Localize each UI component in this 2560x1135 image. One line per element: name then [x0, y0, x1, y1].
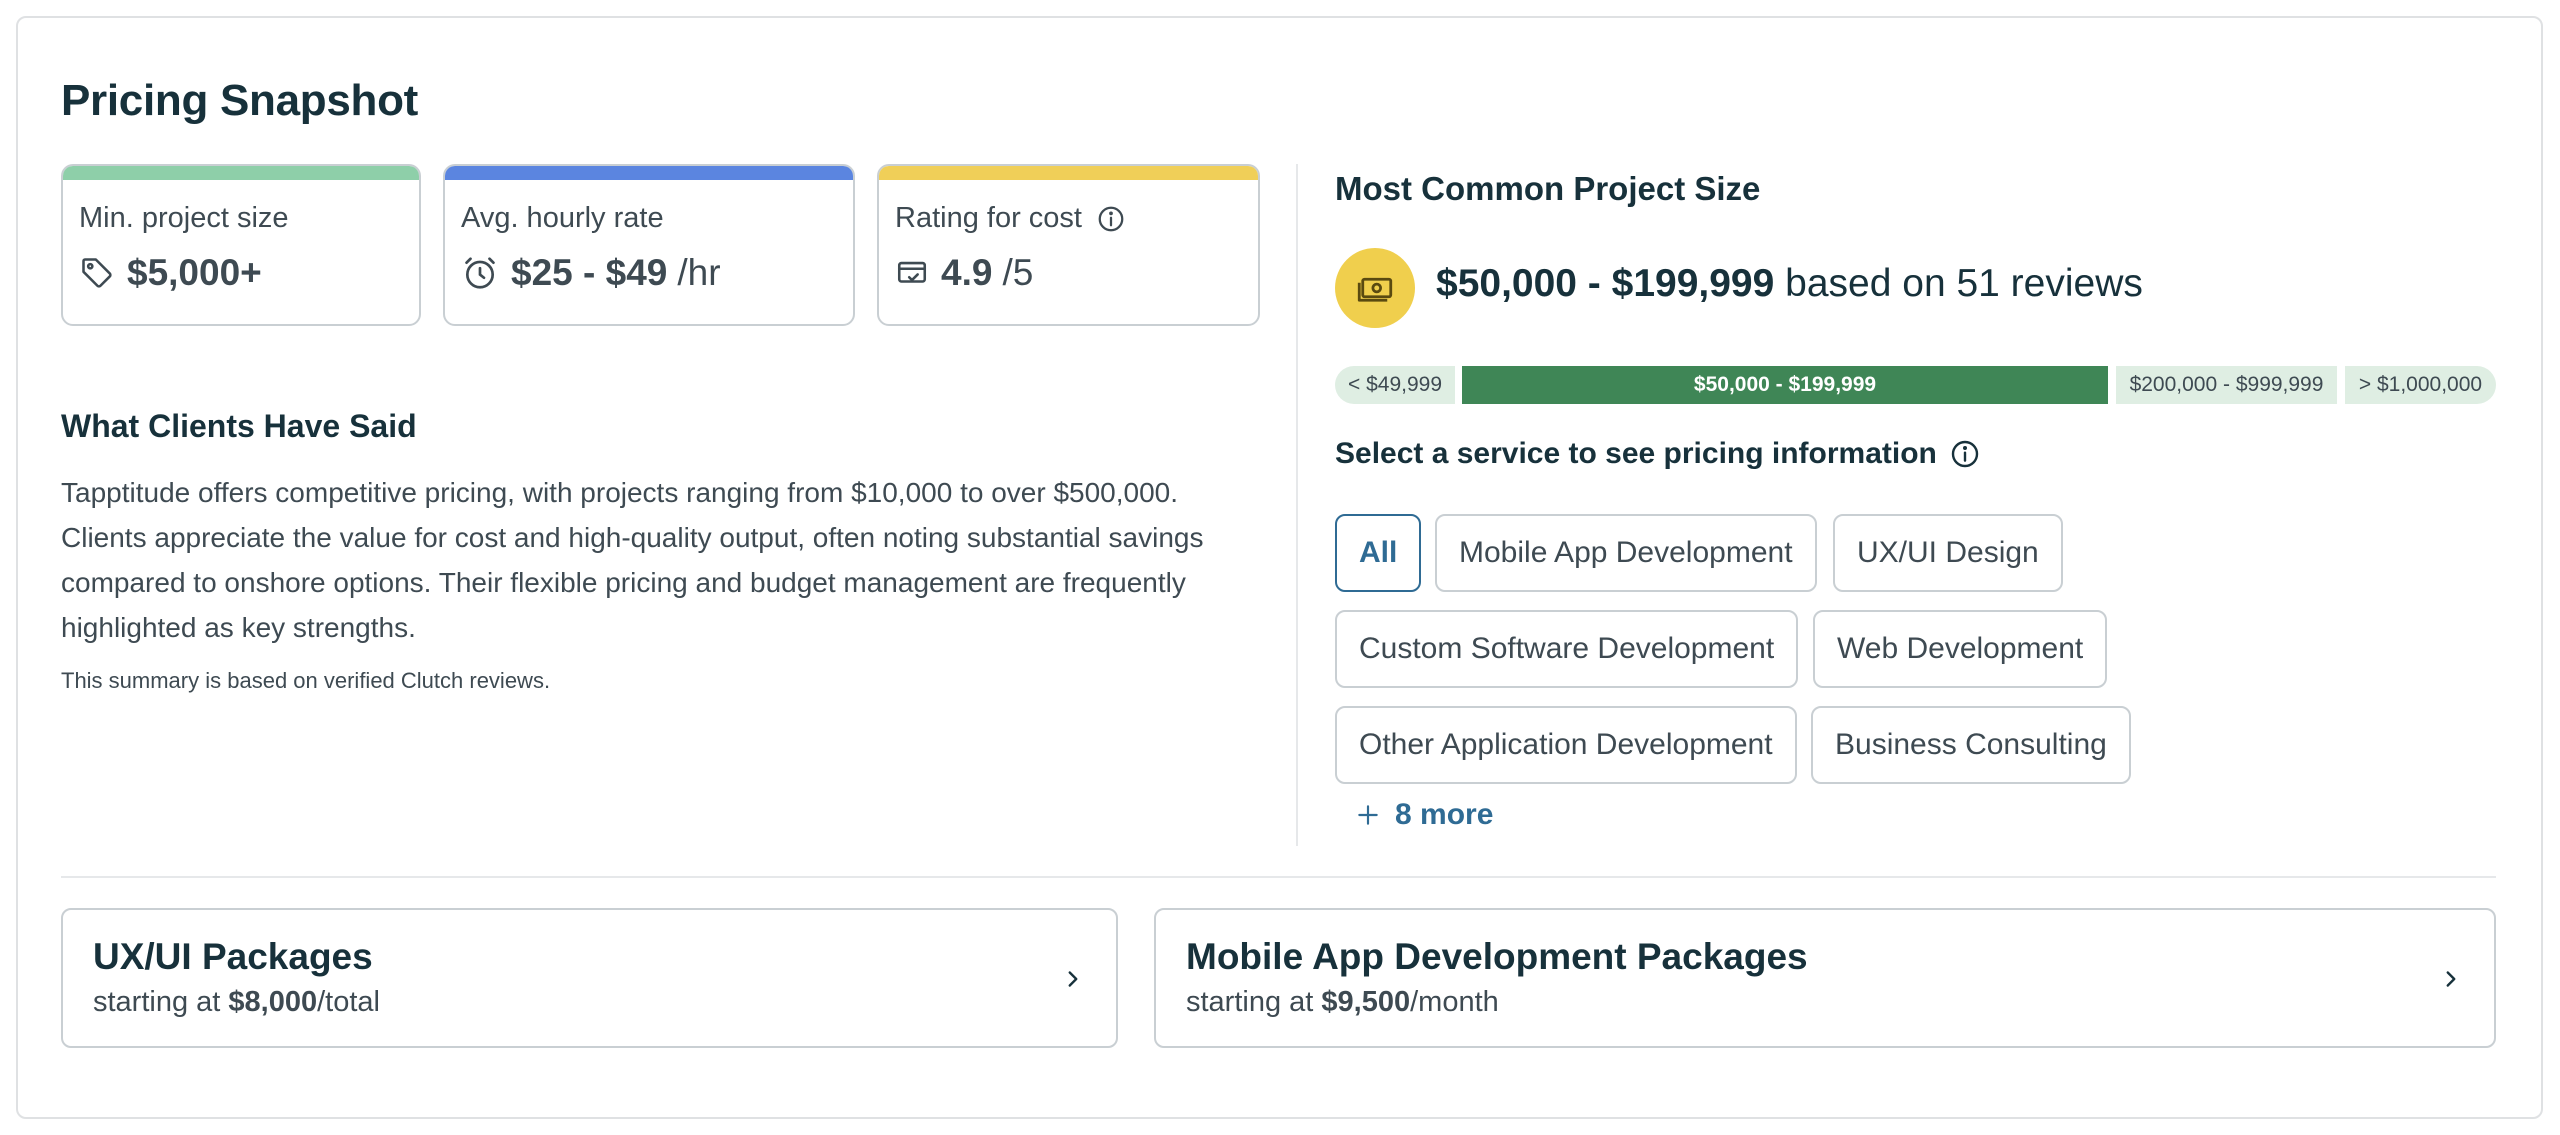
avg-hourly-rate-label: Avg. hourly rate — [461, 202, 664, 234]
show-more-label: 8 more — [1395, 798, 1494, 831]
most-common-size-range: $50,000 - $199,999 — [1436, 262, 1775, 305]
package-price-line: starting at $8,000/total — [93, 986, 380, 1019]
package-period: /month — [1410, 986, 1499, 1018]
summary-note: This summary is based on verified Clutch… — [61, 668, 551, 693]
service-chip-custom-software-development[interactable]: Custom Software Development — [1335, 610, 1799, 688]
service-chip-web-development[interactable]: Web Development — [1813, 610, 2108, 688]
rating-for-cost-amount: 4.9 — [941, 252, 993, 293]
package-price-prefix: starting at — [93, 986, 229, 1018]
rating-for-cost-card: Rating for cost 4.9 /5 — [877, 164, 1260, 326]
min-project-size-value: $5,000+ — [79, 252, 262, 294]
plus-icon — [1355, 802, 1381, 828]
wallet-check-icon — [895, 256, 929, 290]
cash-icon — [1335, 248, 1415, 328]
service-chip-business-consulting[interactable]: Business Consulting — [1811, 706, 2131, 784]
package-price: $9,500 — [1321, 986, 1411, 1018]
rating-for-cost-value: 4.9 /5 — [895, 252, 1033, 294]
min-project-size-label: Min. project size — [79, 202, 289, 234]
info-icon[interactable] — [1096, 204, 1126, 234]
card-accent-bar — [63, 166, 419, 180]
rating-for-cost-unit: /5 — [1002, 252, 1034, 293]
horizontal-divider — [61, 876, 2496, 878]
size-segment-under-50k: < $49,999 — [1335, 366, 1455, 404]
card-accent-bar — [879, 166, 1258, 180]
size-segment-200k-1m: $200,000 - $999,999 — [2116, 366, 2337, 404]
info-icon[interactable] — [1949, 438, 1981, 470]
mobile-app-development-packages-card[interactable]: Mobile App Development Packages starting… — [1154, 908, 2496, 1048]
min-project-size-card: Min. project size $5,000+ — [61, 164, 421, 326]
most-common-size-suffix: based on 51 reviews — [1785, 262, 2143, 305]
package-title: UX/UI Packages — [93, 936, 373, 977]
avg-hourly-rate-amount: $25 - $49 — [511, 252, 668, 293]
service-chip-other-application-development[interactable]: Other Application Development — [1335, 706, 1797, 784]
chevron-right-icon — [1060, 966, 1086, 997]
vertical-divider — [1296, 164, 1298, 846]
size-segment-50k-200k: $50,000 - $199,999 — [1462, 366, 2108, 404]
avg-hourly-rate-value: $25 - $49 /hr — [461, 252, 721, 294]
service-chip-mobile-app-development[interactable]: Mobile App Development — [1435, 514, 1817, 592]
service-select-heading-text: Select a service to see pricing informat… — [1335, 437, 1937, 470]
rating-for-cost-label: Rating for cost — [895, 202, 1126, 235]
size-segment-over-1m: > $1,000,000 — [2345, 366, 2496, 404]
package-price-line: starting at $9,500/month — [1186, 986, 1499, 1019]
clock-icon — [461, 254, 499, 292]
chevron-right-icon — [2438, 966, 2464, 997]
rating-for-cost-label-text: Rating for cost — [895, 202, 1082, 234]
package-period: /total — [317, 986, 380, 1018]
most-common-size-heading: Most Common Project Size — [1335, 170, 1761, 207]
avg-hourly-rate-unit: /hr — [677, 252, 721, 293]
package-price-prefix: starting at — [1186, 986, 1322, 1018]
clients-summary: Tapptitude offers competitive pricing, w… — [61, 477, 1204, 643]
price-tag-icon — [79, 255, 115, 291]
card-accent-bar — [445, 166, 853, 180]
service-chip-all[interactable]: All — [1335, 514, 1422, 592]
page-title: Pricing Snapshot — [61, 76, 419, 125]
min-project-size-amount: $5,000+ — [127, 252, 262, 293]
package-title: Mobile App Development Packages — [1186, 936, 1808, 977]
show-more-services-button[interactable]: 8 more — [1355, 798, 1493, 832]
avg-hourly-rate-card: Avg. hourly rate $25 - $49 /hr — [443, 164, 855, 326]
package-price: $8,000 — [228, 986, 318, 1018]
service-chip-ux-ui-design[interactable]: UX/UI Design — [1833, 514, 2063, 592]
service-select-heading: Select a service to see pricing informat… — [1335, 437, 1981, 471]
ux-ui-packages-card[interactable]: UX/UI Packages starting at $8,000/total — [61, 908, 1118, 1048]
clients-said-heading: What Clients Have Said — [61, 408, 417, 444]
most-common-size-text: $50,000 - $199,999 based on 51 reviews — [1436, 262, 2143, 306]
